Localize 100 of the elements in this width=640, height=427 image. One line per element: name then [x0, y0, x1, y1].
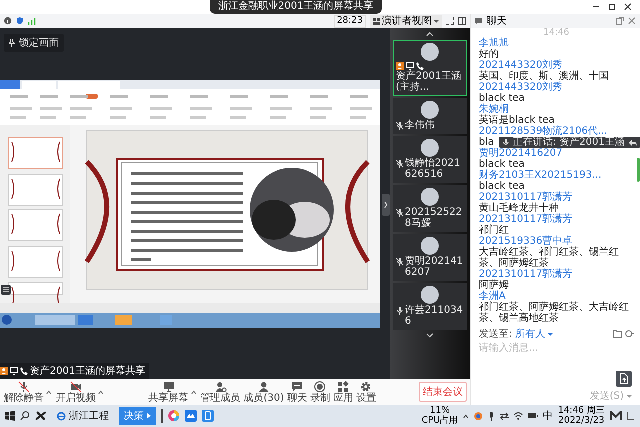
recipient-label: 发送至:	[479, 328, 512, 341]
notification-text: 正在讲话: 资产2001王涵	[513, 137, 625, 148]
end-meeting-button[interactable]: 结束会议	[419, 382, 467, 402]
screen-share-icon	[162, 380, 175, 392]
search-icon[interactable]	[20, 411, 30, 421]
meeting-app-icon[interactable]	[185, 410, 197, 422]
cpu-label: CPU占用	[422, 416, 458, 426]
phone-icon	[416, 62, 424, 70]
toolbar-button[interactable]: 成员(30)	[242, 380, 286, 404]
colorful-circle-icon[interactable]	[168, 410, 180, 422]
toolbar-button[interactable]: 共享屏幕	[148, 380, 190, 404]
chat-title: 聊天	[487, 15, 507, 28]
message-sender: 2021310117郭潇芳	[479, 192, 574, 203]
wifi-icon[interactable]	[514, 412, 524, 420]
signal-icon	[28, 17, 36, 25]
avatar	[421, 188, 439, 206]
close-icon[interactable]	[624, 3, 632, 11]
participant-name: 贾明2021416207	[405, 256, 464, 278]
caret-up-icon[interactable]	[46, 390, 52, 394]
message-text: black tea	[479, 93, 525, 104]
toolbar-button[interactable]: 开启视频	[55, 380, 97, 404]
scroll-down-icon[interactable]	[425, 332, 435, 340]
pin-button[interactable]: 锁定画面	[4, 34, 64, 52]
message-text: 祁门红茶、阿萨姆红茶、大吉岭红茶、锡兰高地红茶	[479, 302, 629, 324]
message-sender: 李洲A	[479, 291, 507, 302]
folder-icon[interactable]	[613, 330, 622, 338]
sidebar-icon[interactable]	[458, 17, 466, 25]
app-logo-icon[interactable]	[610, 411, 622, 421]
message-sender: 贾明2021416207	[479, 148, 564, 159]
participant-tile[interactable]: 许芸2110346	[393, 283, 467, 330]
message-sender: 2021128539物流2106代...	[479, 126, 609, 137]
toolbar-button[interactable]: 解除静音	[3, 380, 45, 404]
view-button[interactable]: 演讲者视图	[370, 14, 442, 28]
message-sender: 2021310117郭潇芳	[479, 214, 574, 225]
window-title: 浙江金融职业2001王涵的屏幕共享	[210, 0, 382, 14]
toolbar-button[interactable]: 录制	[309, 380, 332, 404]
screen-icon	[10, 367, 18, 375]
taskbar-window[interactable]: 决策	[119, 407, 156, 425]
apps-icon	[337, 380, 350, 392]
clock[interactable]: 14:46 周三 2022/3/23	[558, 406, 605, 426]
avatar	[421, 43, 439, 61]
caret-up-icon[interactable]	[190, 390, 197, 394]
input-method[interactable]: 中	[543, 409, 554, 423]
participant-name: 李伟伟	[405, 120, 436, 131]
avatar	[421, 139, 439, 157]
message-text: 祁门红	[479, 225, 509, 236]
toolbar-button[interactable]: 管理成员	[200, 380, 242, 404]
message-text: 阿萨姆	[479, 280, 509, 291]
message-text: 英国、印度、斯、澳洲、十国	[479, 71, 609, 82]
participant-tile[interactable]: 李伟伟	[393, 98, 467, 134]
file-send-icon[interactable]	[616, 371, 632, 387]
browser-icon	[57, 412, 66, 420]
participant-name: 资产2001王涵(主持...	[396, 71, 462, 93]
caret-up-icon[interactable]	[98, 390, 104, 394]
shield-icon[interactable]	[16, 17, 24, 25]
message-text: 大吉岭红茶、祁门红茶、锡兰红茶、阿萨姆红茶	[479, 247, 619, 269]
recipient-dropdown[interactable]: 所有人	[515, 327, 546, 341]
cpu-usage: 11%	[430, 406, 450, 416]
tablet-icon[interactable]	[202, 410, 214, 422]
scroll-up-icon[interactable]	[425, 30, 435, 38]
pin-icon	[9, 39, 15, 47]
people-icon	[258, 380, 270, 392]
toolbar-button[interactable]: 设置	[355, 380, 378, 404]
caret-icon[interactable]	[627, 394, 632, 398]
participant-tile[interactable]: 贾明2021416207	[393, 234, 467, 281]
info-icon[interactable]	[4, 17, 12, 25]
message-text: black tea	[479, 159, 525, 170]
notification-icon[interactable]	[627, 411, 635, 421]
message-sender: 财务2103王X20215193...	[479, 170, 603, 181]
taskbar-window[interactable]: 浙江工程	[52, 407, 114, 425]
meeting-duration: 28:23	[334, 14, 366, 28]
message-text: 英语是black tea	[479, 115, 555, 126]
participant-name: 许芸2110346	[405, 305, 464, 327]
toolbar-button[interactable]: 应用	[332, 380, 354, 404]
caret-icon	[434, 18, 439, 24]
windows-icon[interactable]	[5, 411, 15, 421]
message-text: bla	[479, 137, 494, 148]
avatar	[421, 101, 439, 119]
participant-tile[interactable]: 钱静怡2021626516	[393, 136, 467, 183]
maximize-icon[interactable]	[608, 3, 616, 11]
caret-up-icon[interactable]	[463, 414, 470, 418]
scrollbar[interactable]	[637, 158, 640, 182]
battery-icon[interactable]	[528, 413, 538, 419]
transfer-icon[interactable]	[500, 412, 510, 420]
avatar	[421, 286, 439, 304]
tray-app-icon[interactable]	[474, 412, 484, 420]
microphone-icon[interactable]	[488, 412, 496, 420]
participant-name: 2021525228马媛	[405, 207, 464, 229]
fullscreen-icon[interactable]	[446, 17, 454, 25]
participant-tile[interactable]: 2021525228马媛	[393, 185, 467, 232]
collapse-handle-icon[interactable]	[382, 194, 390, 216]
phone-icon	[20, 367, 28, 375]
message-text: 黄山毛峰龙井十种	[479, 203, 559, 214]
toolbar-button[interactable]: 聊天	[286, 380, 308, 404]
menu-icon[interactable]	[1, 285, 11, 295]
participant-tile[interactable]: 资产2001王涵(主持...	[393, 40, 467, 96]
popout-icon[interactable]	[616, 17, 624, 25]
reply-icon[interactable]	[629, 140, 637, 146]
record-icon	[314, 380, 326, 392]
settings-icon	[360, 380, 372, 392]
